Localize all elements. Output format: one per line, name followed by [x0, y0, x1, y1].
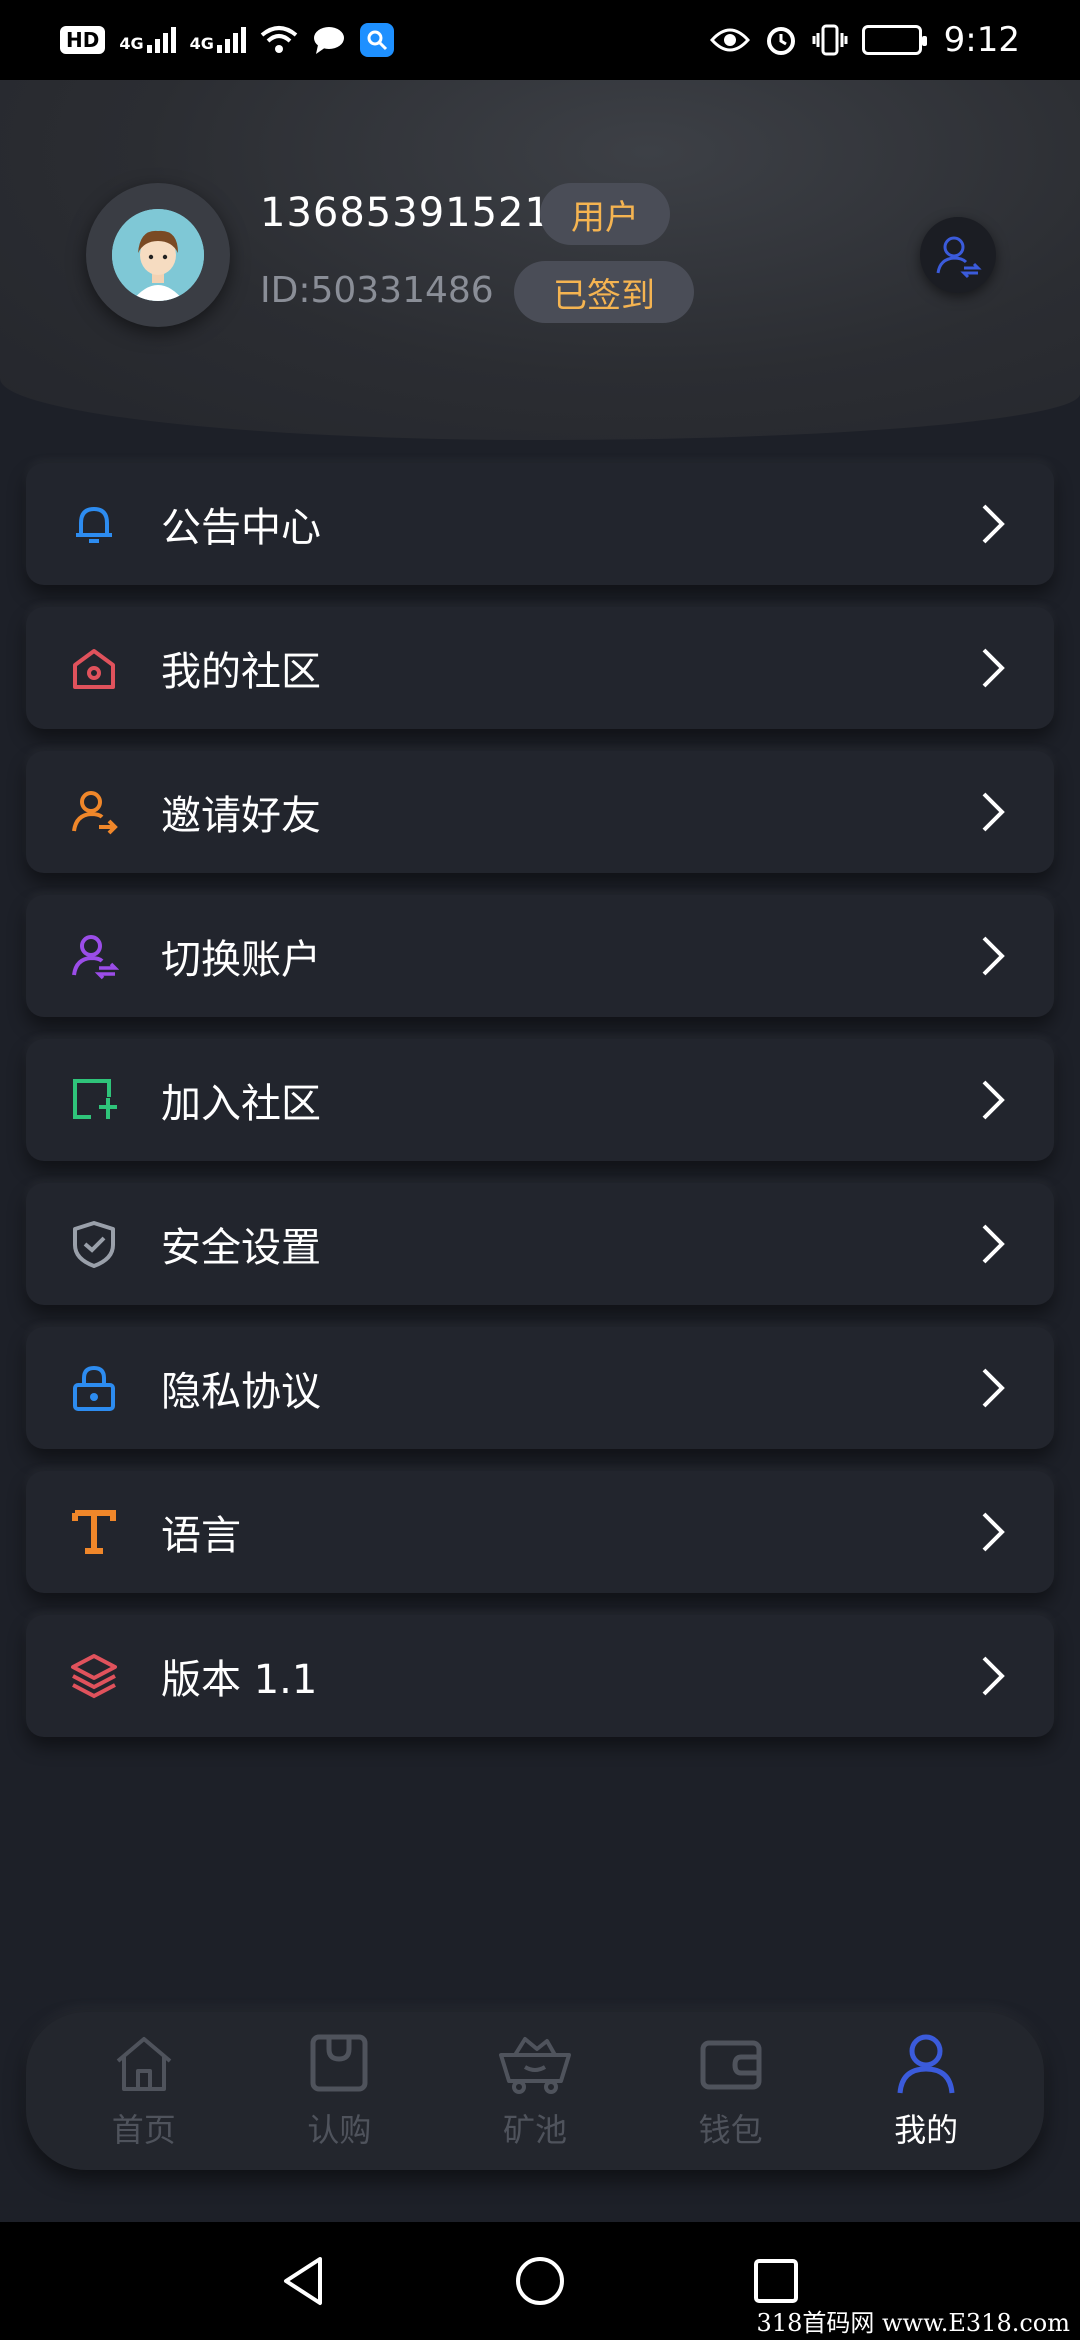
eye-icon — [709, 28, 750, 52]
menu-item-label: 版本 1.1 — [161, 1657, 318, 1703]
status-time: 9:12 — [943, 20, 1020, 60]
chevron-right-icon — [982, 1224, 1005, 1264]
shield-icon — [66, 1216, 122, 1272]
menu-item-label: 安全设置 — [161, 1225, 321, 1271]
menu-item-language[interactable]: 语言 — [26, 1471, 1054, 1593]
menu-item-announcements[interactable]: 公告中心 — [26, 463, 1054, 585]
sign-in-badge[interactable]: 已签到 — [514, 261, 694, 323]
add-square-icon — [66, 1072, 122, 1128]
mine-cart-icon — [498, 2037, 571, 2094]
recents-icon[interactable] — [748, 2253, 804, 2309]
network-type-label: 4G — [119, 34, 144, 53]
menu-item-invite-friends[interactable]: 邀请好友 — [26, 751, 1054, 873]
tab-label: 矿池 — [502, 2111, 567, 2149]
status-right: 9:12 — [709, 20, 1020, 60]
house-icon — [116, 2037, 172, 2091]
message-icon — [313, 27, 344, 54]
tab-subscribe[interactable]: 认购 — [264, 2031, 414, 2151]
switch-user-icon — [66, 928, 122, 984]
tab-wallet[interactable]: 钱包 — [656, 2031, 806, 2151]
switch-account-button[interactable] — [920, 217, 996, 293]
menu-item-privacy-policy[interactable]: 隐私协议 — [26, 1327, 1054, 1449]
bottom-tab-bar: 首页 认购 矿池 钱包 我的 — [26, 2012, 1044, 2170]
menu-item-label: 邀请好友 — [161, 793, 321, 839]
system-nav-bar: 318首码网 www.E318.com — [0, 2222, 1080, 2340]
status-bar: HD 4G 4G 9:12 — [0, 0, 1080, 80]
chevron-right-icon — [982, 504, 1005, 544]
menu-item-label: 切换账户 — [161, 937, 321, 983]
chevron-right-icon — [982, 936, 1005, 976]
back-icon[interactable] — [276, 2253, 332, 2309]
menu-item-join-community[interactable]: 加入社区 — [26, 1039, 1054, 1161]
home-icon — [66, 640, 122, 696]
wifi-icon — [260, 26, 298, 53]
chevron-right-icon — [982, 1368, 1005, 1408]
home-circle-icon[interactable] — [512, 2253, 568, 2309]
avatar-image — [112, 209, 204, 301]
switch-user-icon — [936, 236, 982, 279]
tab-label: 钱包 — [698, 2111, 763, 2149]
menu-item-security-settings[interactable]: 安全设置 — [26, 1183, 1054, 1305]
hd-badge: HD — [60, 26, 106, 54]
invite-user-icon — [66, 784, 122, 840]
role-badge: 用户 — [540, 183, 670, 245]
network-type-label: 4G — [189, 34, 214, 53]
signal-icon: 4G — [119, 27, 176, 53]
user-icon — [897, 2034, 955, 2094]
chevron-right-icon — [982, 1656, 1005, 1696]
chevron-right-icon — [982, 648, 1005, 688]
vibrate-icon — [812, 24, 848, 56]
bell-icon — [66, 496, 122, 552]
tab-label: 认购 — [307, 2111, 372, 2149]
watermark-text: 318首码网 www.E318.com — [756, 2309, 1070, 2337]
tab-label: 首页 — [111, 2111, 176, 2149]
tab-home[interactable]: 首页 — [69, 2031, 219, 2151]
chevron-right-icon — [982, 1080, 1005, 1120]
chevron-right-icon — [982, 1512, 1005, 1552]
avatar[interactable] — [86, 183, 230, 327]
menu-item-switch-account[interactable]: 切换账户 — [26, 895, 1054, 1017]
menu-item-label: 语言 — [161, 1513, 241, 1559]
signal-icon: 4G — [190, 27, 246, 53]
shopping-bag-icon — [310, 2034, 368, 2092]
search-app-icon — [359, 23, 394, 57]
menu-item-label: 隐私协议 — [161, 1369, 321, 1415]
lock-icon — [66, 1360, 122, 1416]
tab-mine[interactable]: 我的 — [851, 2031, 1001, 2151]
tab-label: 我的 — [894, 2111, 959, 2149]
menu-item-label: 公告中心 — [161, 505, 321, 551]
menu-list: 公告中心 我的社区 邀请好友 切换账户 加入社区 安全设置 隐私协议 语言 版本… — [26, 463, 1054, 1759]
status-left: HD 4G 4G — [60, 23, 394, 57]
alarm-icon — [766, 27, 795, 55]
layers-icon — [66, 1648, 122, 1704]
menu-item-label: 加入社区 — [161, 1081, 321, 1127]
menu-item-version[interactable]: 版本 1.1 — [26, 1615, 1054, 1737]
menu-item-my-community[interactable]: 我的社区 — [26, 607, 1054, 729]
wallet-icon — [700, 2040, 762, 2090]
phone-number: 13685391521 — [260, 190, 551, 236]
battery-icon — [861, 25, 927, 55]
chevron-right-icon — [982, 792, 1005, 832]
user-id: ID:50331486 — [260, 270, 494, 311]
menu-item-label: 我的社区 — [161, 649, 321, 695]
text-t-icon — [66, 1504, 122, 1560]
tab-mining-pool[interactable]: 矿池 — [460, 2031, 610, 2151]
